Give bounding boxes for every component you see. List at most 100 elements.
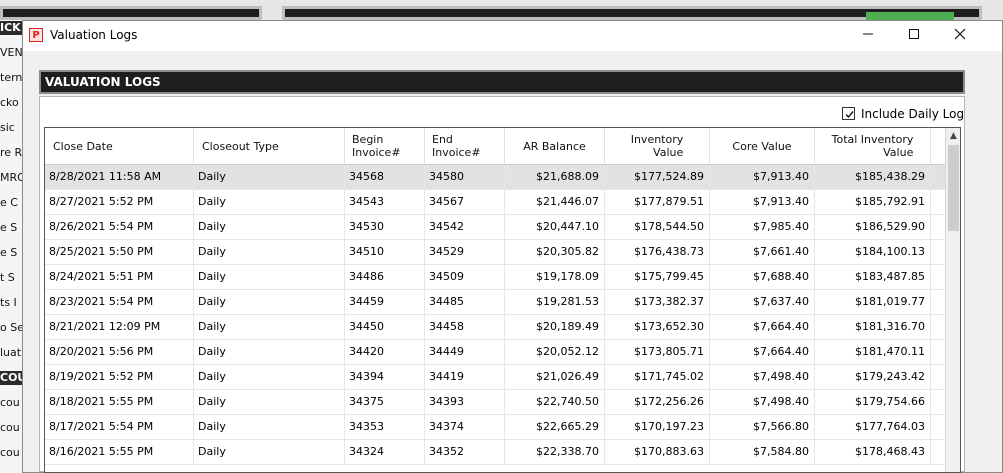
table-cell: 34543 [345,190,425,214]
background-green-button[interactable] [866,12,954,20]
background-sidebar-item: e S [0,246,18,259]
table-cell: 34510 [345,240,425,264]
table-cell: $7,664.40 [710,315,815,339]
table-row[interactable]: 8/28/2021 11:58 AM Daily 34568 34580 $21,688… [45,165,945,190]
include-daily-log-checkbox[interactable]: Include Daily Log [842,106,964,124]
table-cell: $185,792.91 [815,190,931,214]
table-cell: 34509 [425,265,505,289]
column-header[interactable]: Total Inventory Value [815,128,931,164]
background-sidebar-item: e S [0,221,18,234]
table-cell: 8/25/2021 5:50 PM [45,240,194,264]
table-cell: $7,688.40 [710,265,815,289]
column-header[interactable]: Core Value [710,128,815,164]
background-sidebar-item: cou [0,396,20,409]
background-sidebar-item: ICK [0,21,22,35]
background-sidebar-item: cko [0,96,19,109]
column-header[interactable]: AR Balance [505,128,605,164]
table-row[interactable]: 8/25/2021 5:50 PM Daily 34510 34529 $20,305.… [45,240,945,265]
background-sidebar-item: re R [0,146,22,159]
column-header[interactable]: Closeout Type [194,128,345,164]
table-row[interactable]: 8/19/2021 5:52 PM Daily 34394 34419 $21,026.… [45,365,945,390]
table-cell: 8/19/2021 5:52 PM [45,365,194,389]
table-row[interactable]: 8/20/2021 5:56 PM Daily 34420 34449 $20,052.… [45,340,945,365]
table-cell: $7,637.40 [710,290,815,314]
table-cell: 34458 [425,315,505,339]
background-sidebar-item: sic [0,121,15,134]
scroll-thumb[interactable] [948,145,959,231]
table-cell: 8/27/2021 5:52 PM [45,190,194,214]
check-icon [845,111,854,119]
table-cell: 34353 [345,415,425,439]
table-cell: $21,446.07 [505,190,605,214]
table-cell: $178,544.50 [605,215,710,239]
table-row[interactable]: 8/24/2021 5:51 PM Daily 34486 34509 $19,178.… [45,265,945,290]
table-cell: $181,470.11 [815,340,931,364]
table-cell: 34486 [345,265,425,289]
minimize-icon [863,33,873,35]
table-cell: $177,764.03 [815,415,931,439]
table-cell: 34459 [345,290,425,314]
background-sidebar-item: COU [0,371,22,385]
background-sidebar-item: cou [0,421,20,434]
table-cell: $178,468.43 [815,440,931,464]
maximize-button[interactable] [891,21,937,51]
table-cell: $7,913.40 [710,165,815,189]
table-cell: $177,879.51 [605,190,710,214]
title-bar[interactable]: P Valuation Logs [23,21,1002,51]
table-cell: $181,019.77 [815,290,931,314]
window-client-area: VALUATION LOGS Include Daily Log Close D… [23,51,1002,473]
table-cell: Daily [194,265,345,289]
table-row[interactable]: 8/16/2021 5:55 PM Daily 34324 34352 $22,338.… [45,440,945,465]
table-cell: Daily [194,365,345,389]
table-cell: 34580 [425,165,505,189]
column-header-label: End Invoice# [432,133,481,159]
column-header[interactable]: End Invoice# [425,128,505,164]
vertical-scrollbar[interactable]: ▲ [945,128,960,472]
table-cell: 34374 [425,415,505,439]
column-header[interactable]: Inventory Value [605,128,710,164]
table-cell: 8/16/2021 5:55 PM [45,440,194,464]
table-cell: $173,382.37 [605,290,710,314]
table-cell: 8/26/2021 5:54 PM [45,215,194,239]
column-header[interactable]: Begin Invoice# [345,128,425,164]
column-header-label: AR Balance [523,139,586,153]
table-cell: Daily [194,290,345,314]
valuation-logs-table: Close Date Closeout Type Begin Invoice# End… [44,127,961,473]
table-row[interactable]: 8/18/2021 5:55 PM Daily 34375 34393 $22,740.… [45,390,945,415]
scroll-up-icon[interactable]: ▲ [946,128,960,144]
background-sidebar-item: e C [0,196,18,209]
table-cell: $170,883.63 [605,440,710,464]
background-sidebar-item: cou [0,446,20,459]
background-sidebar-item: MRO [0,171,22,184]
minimize-button[interactable] [845,21,891,51]
table-cell: 34394 [345,365,425,389]
table-cell: 8/17/2021 5:54 PM [45,415,194,439]
column-header[interactable]: Close Date [45,128,194,164]
close-button[interactable] [937,21,983,51]
table-cell: $183,487.85 [815,265,931,289]
table-row[interactable]: 8/27/2021 5:52 PM Daily 34543 34567 $21,446.… [45,190,945,215]
valuation-logs-window: P Valuation Logs VALUATION LOGS Include … [22,20,1003,473]
table-row[interactable]: 8/23/2021 5:54 PM Daily 34459 34485 $19,281.… [45,290,945,315]
table-cell: $185,438.29 [815,165,931,189]
table-cell: $21,026.49 [505,365,605,389]
table-cell: $186,529.90 [815,215,931,239]
background-sidebar-item: ts I [0,296,17,309]
table-cell: 34420 [345,340,425,364]
column-header-label: Close Date [53,139,113,153]
valuation-logs-panel: Include Daily Log Close Date Closeout Typ… [39,96,965,473]
table-cell: $170,197.23 [605,415,710,439]
table-cell: Daily [194,190,345,214]
table-cell: 8/20/2021 5:56 PM [45,340,194,364]
table-cell: $20,052.12 [505,340,605,364]
background-sidebar-item: luat [0,346,22,359]
table-cell: $19,178.09 [505,265,605,289]
table-row[interactable]: 8/21/2021 12:09 PM Daily 34450 34458 $20,189… [45,315,945,340]
table-row[interactable]: 8/17/2021 5:54 PM Daily 34353 34374 $22,665.… [45,415,945,440]
table-cell: 8/24/2021 5:51 PM [45,265,194,289]
checkbox-box[interactable] [842,107,855,120]
table-row[interactable]: 8/26/2021 5:54 PM Daily 34530 34542 $20,447.… [45,215,945,240]
table-cell: Daily [194,415,345,439]
table-cell: 34393 [425,390,505,414]
table-cell: $19,281.53 [505,290,605,314]
